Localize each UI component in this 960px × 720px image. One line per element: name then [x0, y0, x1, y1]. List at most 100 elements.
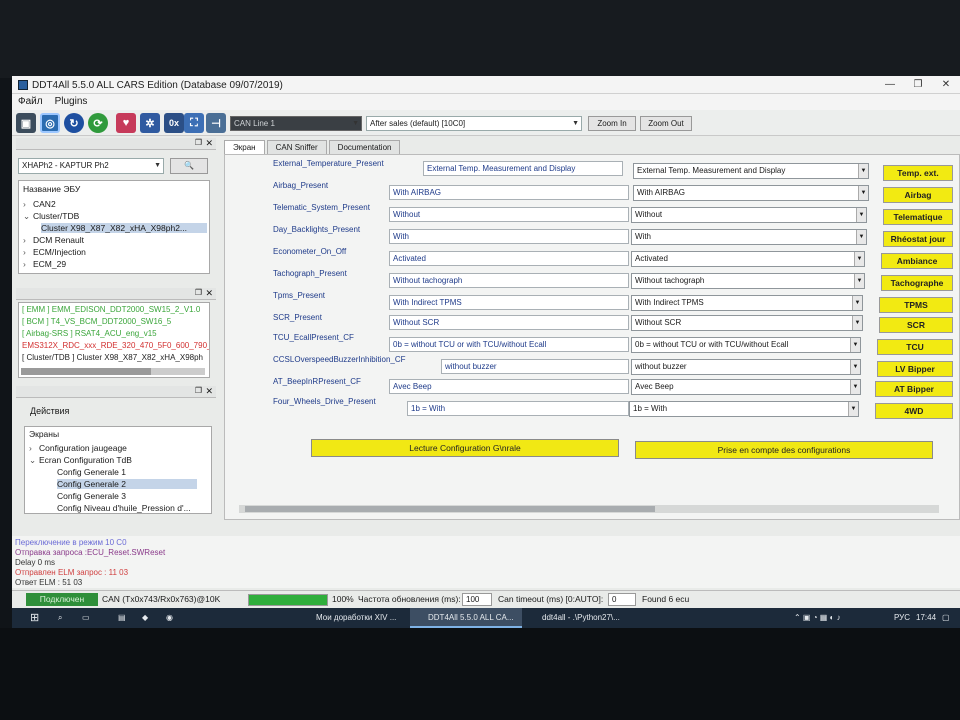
- tree-item[interactable]: ⌄ Ecran Configuration TdB: [29, 455, 132, 466]
- tree-item[interactable]: › ECM/Injection: [23, 247, 86, 257]
- param-select[interactable]: Activated ▼: [631, 251, 865, 267]
- app-icon: [18, 80, 28, 90]
- zoom-in-button[interactable]: Zoom In: [588, 116, 636, 131]
- airbag-button[interactable]: Airbag: [883, 187, 953, 203]
- lv-bipper-button[interactable]: LV Bipper: [877, 361, 953, 377]
- close-icon[interactable]: ✕: [205, 138, 213, 149]
- connect-icon[interactable]: ▣: [16, 113, 36, 133]
- refresh-label: Частота обновления (ms):: [358, 594, 461, 604]
- tab-documentation[interactable]: Documentation: [328, 140, 401, 154]
- minimize-icon[interactable]: —: [876, 76, 904, 94]
- scr-button[interactable]: SCR: [879, 317, 953, 333]
- tab-screen[interactable]: Экран: [224, 140, 265, 154]
- tree-item-selected[interactable]: Cluster X98_X87_X82_xHA_X98ph2...: [41, 223, 207, 233]
- refresh-icon[interactable]: ↻: [64, 113, 84, 133]
- maximize-icon[interactable]: ❐: [904, 76, 932, 94]
- param-select[interactable]: External Temp. Measurement and Display ▼: [633, 163, 869, 179]
- param-select[interactable]: With AIRBAG ▼: [633, 185, 869, 201]
- ecu-list-item[interactable]: [ Cluster/TDB ] Cluster X98_X87_X82_xHA_…: [22, 353, 203, 362]
- actions-title: Действия: [30, 406, 70, 416]
- param-select[interactable]: Without tachograph ▼: [631, 273, 865, 289]
- can-line-select[interactable]: CAN Line 1 ▼: [230, 116, 362, 131]
- log-line: Переключение в режим 10 C0: [15, 538, 127, 547]
- notification-icon[interactable]: ▢: [942, 610, 950, 626]
- reload-icon[interactable]: ⟳: [88, 113, 108, 133]
- tray-icons[interactable]: ⌃ ▣ ◔ ▦ ◐ ♪: [794, 610, 841, 626]
- dock-icon[interactable]: ❐: [195, 386, 202, 395]
- settings-icon[interactable]: ✲: [140, 113, 160, 133]
- tree-item-selected[interactable]: Config Generale 2: [57, 479, 197, 489]
- tachographe-button[interactable]: Tachographe: [881, 275, 953, 291]
- param-label: TCU_EcallPresent_CF: [273, 333, 354, 342]
- timeout-input[interactable]: 0: [608, 593, 636, 606]
- ecu-list-item[interactable]: EMS312X_RDC_xxx_RDE_320_470_5F0_600_790_…: [22, 341, 209, 350]
- session-select[interactable]: After sales (default) [10C0] ▼: [366, 116, 582, 131]
- ecu-list-item[interactable]: [ BCM ] T4_VS_BCM_DDT2000_SW16_5: [22, 317, 171, 326]
- plug-icon[interactable]: ⊣: [206, 113, 226, 133]
- chevron-right-icon: ›: [23, 199, 26, 209]
- menu-file[interactable]: Файл: [18, 94, 43, 110]
- taskbar-app-browser[interactable]: Мои доработки XIV ...: [298, 608, 410, 628]
- clock[interactable]: 17:44: [916, 610, 936, 626]
- zoom-out-button[interactable]: Zoom Out: [640, 116, 692, 131]
- tree-item[interactable]: ⌄ Cluster/TDB: [23, 211, 79, 222]
- windows-start-icon[interactable]: ⊞: [30, 610, 39, 626]
- param-label: Airbag_Present: [273, 181, 329, 190]
- tree-item[interactable]: › CAN2: [23, 199, 56, 209]
- temp-ext-button[interactable]: Temp. ext.: [883, 165, 953, 181]
- at-bipper-button[interactable]: AT Bipper: [875, 381, 953, 397]
- param-select[interactable]: without buzzer ▼: [631, 359, 861, 375]
- network-icon[interactable]: ⛶: [184, 113, 204, 133]
- apply-configuration-button[interactable]: Prise en compte des configurations: [635, 441, 933, 459]
- menu-plugins[interactable]: Plugins: [55, 94, 88, 110]
- tree-item[interactable]: › ECM_29: [23, 259, 66, 269]
- param-select[interactable]: Without SCR ▼: [631, 315, 863, 331]
- param-value: With Indirect TPMS: [389, 295, 629, 310]
- ecu-list-item[interactable]: [ Airbag-SRS ] RSAT4_ACU_eng_v15: [22, 329, 157, 338]
- param-select[interactable]: Avec Beep ▼: [631, 379, 861, 395]
- param-select[interactable]: 0b = without TCU or with TCU/without Eca…: [631, 337, 861, 353]
- visual-studio-icon[interactable]: ◆: [142, 610, 148, 626]
- taskbar-app-ddt4all[interactable]: DDT4All 5.5.0 ALL CA...: [410, 608, 522, 628]
- param-select[interactable]: With ▼: [631, 229, 867, 245]
- tcu-button[interactable]: TCU: [877, 339, 953, 355]
- close-icon[interactable]: ✕: [205, 288, 213, 299]
- scrollbar[interactable]: [21, 368, 205, 375]
- hex-icon[interactable]: 0x: [164, 113, 184, 133]
- telematique-button[interactable]: Telematique: [883, 209, 953, 225]
- tree-item[interactable]: Config Generale 3: [57, 491, 126, 501]
- tree-item[interactable]: Config Niveau d'huile_Pression d'...: [57, 503, 191, 513]
- read-configuration-button[interactable]: Lecture Configuration G\nrale: [311, 439, 619, 457]
- language-indicator[interactable]: РУС: [894, 610, 910, 626]
- task-view-icon[interactable]: ▭: [82, 610, 90, 626]
- toolbar: ▣ ◎ ↻ ⟳ ♥ ✲ 0x ⛶ ⊣ CAN Line 1 ▼ After sal…: [12, 110, 960, 136]
- param-select[interactable]: 1b = With ▼: [629, 401, 859, 417]
- search-icon[interactable]: ⌕: [58, 610, 62, 626]
- tree-item[interactable]: › DCM Renault: [23, 235, 84, 245]
- progress-fill: [249, 595, 327, 605]
- close-icon[interactable]: ✕: [205, 386, 213, 397]
- chevron-down-icon: ▼: [572, 120, 579, 127]
- tab-can-sniffer[interactable]: CAN Sniffer: [266, 140, 327, 154]
- param-select[interactable]: Without ▼: [631, 207, 867, 223]
- rheostat-jour-button[interactable]: Rhéostat jour: [883, 231, 953, 247]
- refresh-input[interactable]: 100: [462, 593, 492, 606]
- heartbeat-icon[interactable]: ♥: [116, 113, 136, 133]
- search-button[interactable]: 🔍: [170, 158, 208, 174]
- ecu-list-item[interactable]: [ EMM ] EMM_EDISON_DDT2000_SW15_2_V1.0: [22, 305, 200, 314]
- dock-icon[interactable]: ❐: [195, 138, 202, 147]
- 4wd-button[interactable]: 4WD: [875, 403, 953, 419]
- dock-icon[interactable]: ❐: [195, 288, 202, 297]
- ambiance-button[interactable]: Ambiance: [881, 253, 953, 269]
- taskbar-app-console[interactable]: ddt4all - .\Python27\...: [524, 608, 638, 628]
- explorer-icon[interactable]: ▤: [118, 610, 126, 626]
- close-icon[interactable]: ✕: [932, 76, 960, 94]
- tree-item[interactable]: Config Generale 1: [57, 467, 126, 477]
- horizontal-scrollbar[interactable]: [239, 505, 939, 513]
- scan-icon[interactable]: ◎: [40, 113, 60, 133]
- param-select[interactable]: With Indirect TPMS ▼: [631, 295, 863, 311]
- vehicle-select[interactable]: XHAPh2 - KAPTUR Ph2 ▼: [18, 158, 164, 174]
- tree-item[interactable]: › Configuration jaugeage: [29, 443, 127, 453]
- tpms-button[interactable]: TPMS: [879, 297, 953, 313]
- chrome-icon[interactable]: ◉: [166, 610, 173, 626]
